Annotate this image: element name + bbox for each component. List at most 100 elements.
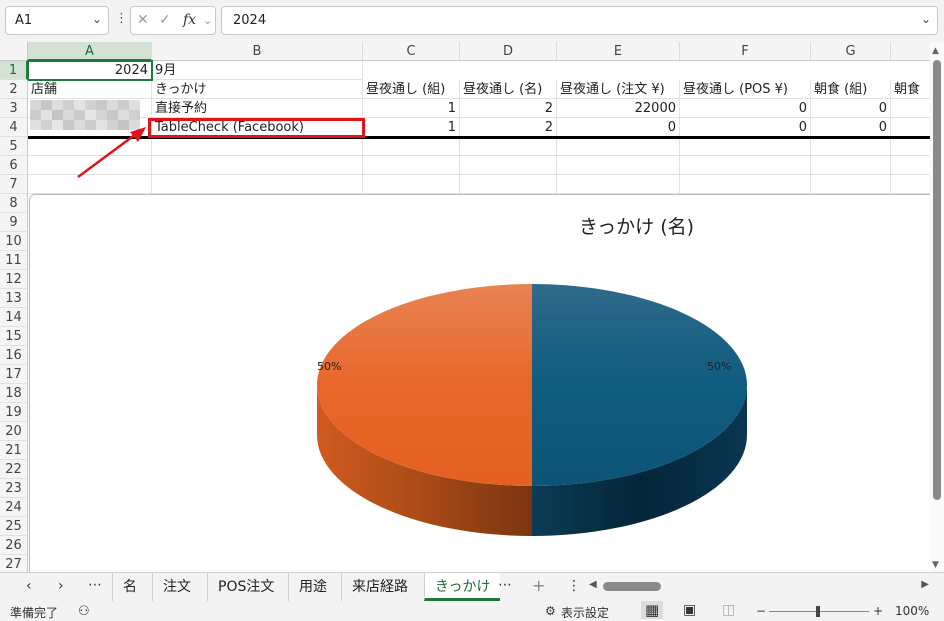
- cell-f4[interactable]: 0: [680, 118, 811, 137]
- tab-mei[interactable]: 名: [112, 573, 147, 601]
- cell-f2[interactable]: 昼夜通し (POS ¥): [680, 80, 811, 99]
- row-header-11[interactable]: 11: [0, 251, 28, 270]
- empty-cell[interactable]: [680, 156, 811, 175]
- cell-b3[interactable]: 直接予約: [152, 99, 363, 118]
- chevron-down-icon[interactable]: ⌄: [92, 12, 102, 26]
- row-header-2[interactable]: 2: [0, 80, 28, 99]
- cell-h2[interactable]: 朝食: [891, 80, 931, 99]
- zoom-out-button[interactable]: −: [756, 604, 766, 618]
- row-header-8[interactable]: 8: [0, 194, 28, 213]
- cell-c2[interactable]: 昼夜通し (組): [363, 80, 460, 99]
- horizontal-scrollbar[interactable]: ◀ ▶: [589, 579, 929, 595]
- row-header-4[interactable]: 4: [0, 118, 28, 137]
- row-header-7[interactable]: 7: [0, 175, 28, 194]
- more-options-icon[interactable]: ⋮: [115, 11, 128, 26]
- vertical-scroll-thumb[interactable]: [933, 60, 941, 500]
- function-icon[interactable]: fx: [183, 12, 196, 28]
- row-header-6[interactable]: 6: [0, 156, 28, 175]
- add-sheet-icon[interactable]: +: [532, 576, 545, 595]
- pie-chart[interactable]: きっかけ (名) 50% 50%: [29, 194, 944, 572]
- more-sheets-right-icon[interactable]: ⋯: [498, 577, 512, 593]
- empty-cell[interactable]: [460, 175, 557, 194]
- row-header-9[interactable]: 9: [0, 213, 28, 232]
- zoom-in-button[interactable]: +: [873, 604, 883, 618]
- row-header-22[interactable]: 22: [0, 460, 28, 479]
- scroll-up-icon[interactable]: ▲: [932, 46, 939, 56]
- row-header-20[interactable]: 20: [0, 422, 28, 441]
- display-settings-icon[interactable]: ⚙: [545, 604, 556, 618]
- empty-cell[interactable]: [891, 175, 931, 194]
- cell-d4[interactable]: 2: [460, 118, 557, 137]
- row-header-5[interactable]: 5: [0, 137, 28, 156]
- row-header-27[interactable]: 27: [0, 555, 28, 572]
- column-header-h[interactable]: [891, 42, 931, 61]
- cell-d2[interactable]: 昼夜通し (名): [460, 80, 557, 99]
- column-header-b[interactable]: B: [152, 42, 363, 61]
- tab-chumon[interactable]: 注文: [152, 573, 201, 601]
- empty-cell[interactable]: [811, 156, 891, 175]
- empty-cell[interactable]: [363, 137, 460, 156]
- select-all-corner[interactable]: [0, 42, 28, 61]
- column-header-g[interactable]: G: [811, 42, 891, 61]
- row-header-23[interactable]: 23: [0, 479, 28, 498]
- cancel-icon[interactable]: ✕: [137, 12, 149, 28]
- cell-b1[interactable]: 9月: [152, 61, 363, 80]
- cell-c3[interactable]: 1: [363, 99, 460, 118]
- cell-a1[interactable]: 2024: [28, 61, 152, 80]
- row-header-17[interactable]: 17: [0, 365, 28, 384]
- empty-cell[interactable]: [152, 137, 363, 156]
- horizontal-scroll-thumb[interactable]: [603, 582, 661, 591]
- scroll-down-icon[interactable]: ▼: [932, 560, 939, 570]
- column-header-e[interactable]: E: [557, 42, 680, 61]
- row-header-21[interactable]: 21: [0, 441, 28, 460]
- tab-yoto[interactable]: 用途: [288, 573, 337, 601]
- empty-cell[interactable]: [557, 156, 680, 175]
- cell-e3[interactable]: 22000: [557, 99, 680, 118]
- cell-g2[interactable]: 朝食 (組): [811, 80, 891, 99]
- tab-pos-chumon[interactable]: POS注文: [207, 573, 284, 601]
- tab-kikkake[interactable]: きっかけ: [424, 573, 501, 601]
- page-break-view-icon[interactable]: ◫: [722, 602, 735, 618]
- scroll-left-icon[interactable]: ◀: [589, 579, 597, 590]
- empty-cell[interactable]: [891, 99, 931, 118]
- empty-cell[interactable]: [557, 137, 680, 156]
- column-header-d[interactable]: D: [460, 42, 557, 61]
- chevron-down-icon[interactable]: ⌄: [203, 14, 212, 27]
- column-header-c[interactable]: C: [363, 42, 460, 61]
- accessibility-icon[interactable]: ⚇: [78, 604, 90, 619]
- empty-cell[interactable]: [557, 175, 680, 194]
- row-header-25[interactable]: 25: [0, 517, 28, 536]
- expand-formula-icon[interactable]: ⌄: [921, 12, 931, 26]
- name-box[interactable]: A1 ⌄: [5, 6, 109, 35]
- cell-g4[interactable]: 0: [811, 118, 891, 137]
- page-layout-icon[interactable]: ▣: [683, 602, 696, 618]
- row-header-3[interactable]: 3: [0, 99, 28, 118]
- prev-sheet-icon[interactable]: ‹: [26, 578, 32, 594]
- row-header-13[interactable]: 13: [0, 289, 28, 308]
- empty-cell[interactable]: [811, 175, 891, 194]
- scroll-right-icon[interactable]: ▶: [921, 579, 929, 590]
- empty-cell[interactable]: [891, 118, 931, 137]
- column-header-a[interactable]: A: [28, 42, 152, 61]
- cell-g3[interactable]: 0: [811, 99, 891, 118]
- empty-cell[interactable]: [811, 137, 891, 156]
- empty-cell[interactable]: [460, 156, 557, 175]
- row-header-15[interactable]: 15: [0, 327, 28, 346]
- more-sheets-left-icon[interactable]: ⋯: [88, 577, 102, 593]
- normal-view-icon[interactable]: ▦: [641, 601, 664, 619]
- cell-d3[interactable]: 2: [460, 99, 557, 118]
- empty-cell[interactable]: [152, 156, 363, 175]
- display-settings-label[interactable]: 表示設定: [561, 604, 609, 621]
- row-header-18[interactable]: 18: [0, 384, 28, 403]
- row-header-19[interactable]: 19: [0, 403, 28, 422]
- formula-input[interactable]: 2024 ⌄: [221, 6, 938, 35]
- cell-b2[interactable]: きっかけ: [152, 80, 363, 99]
- next-sheet-icon[interactable]: ›: [58, 578, 64, 594]
- row-header-16[interactable]: 16: [0, 346, 28, 365]
- cell-f3[interactable]: 0: [680, 99, 811, 118]
- zoom-level[interactable]: 100%: [895, 604, 929, 618]
- empty-cell[interactable]: [891, 156, 931, 175]
- cell-e2[interactable]: 昼夜通し (注文 ¥): [557, 80, 680, 99]
- cell-c4[interactable]: 1: [363, 118, 460, 137]
- row-header-26[interactable]: 26: [0, 536, 28, 555]
